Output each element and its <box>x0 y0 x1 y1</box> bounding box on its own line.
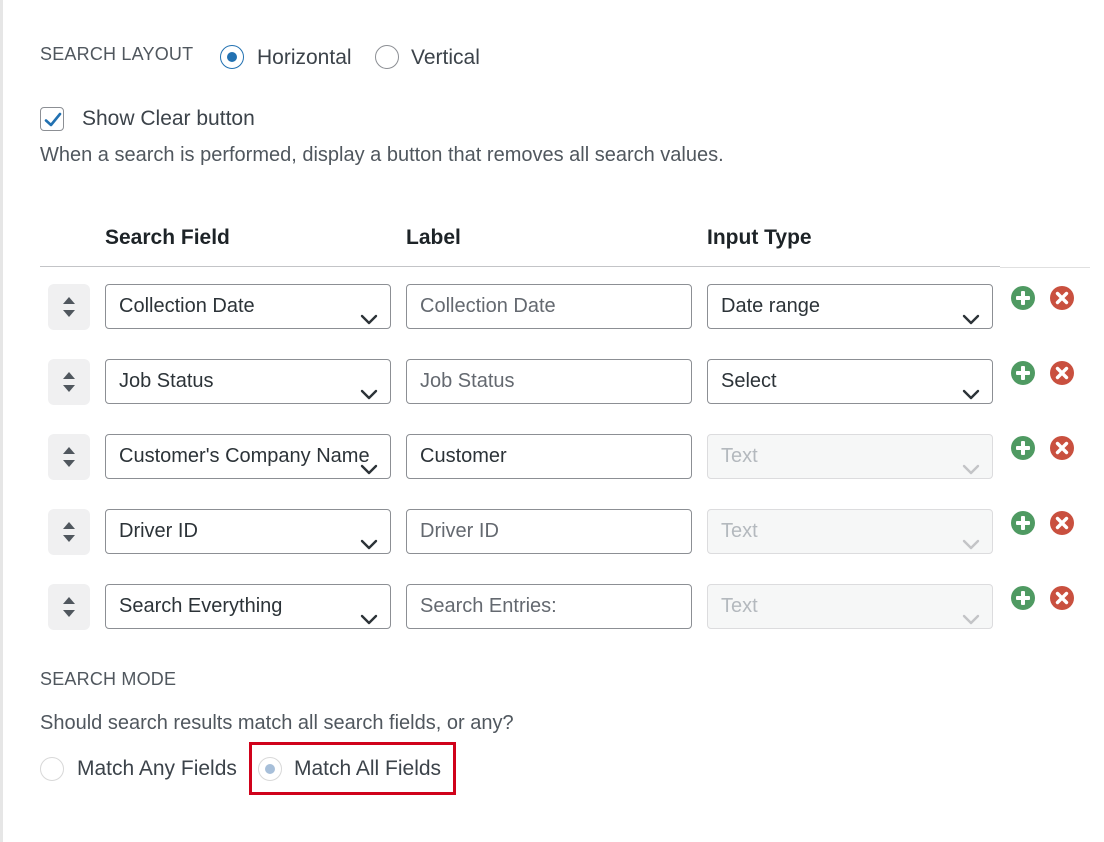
highlight-annotation-box <box>249 742 456 795</box>
input-type-value: Text <box>721 445 758 467</box>
search-field-select[interactable]: Collection Date <box>105 284 391 329</box>
input-type-select[interactable]: Date range <box>707 284 993 329</box>
chevron-down-icon <box>962 524 980 553</box>
search-mode-question: Should search results match all search f… <box>40 712 514 734</box>
search-layout-heading: SEARCH LAYOUT <box>40 44 194 64</box>
radio-vertical-label[interactable]: Vertical <box>411 46 480 70</box>
search-field-value: Job Status <box>119 370 214 392</box>
label-input[interactable]: Driver ID <box>406 509 692 554</box>
table-header-divider-right <box>1000 267 1090 268</box>
radio-horizontal[interactable] <box>220 45 244 69</box>
label-input-value: Customer <box>420 445 507 467</box>
search-field-select[interactable]: Search Everything <box>105 584 391 629</box>
plus-circle-icon[interactable] <box>1010 435 1036 461</box>
input-type-value: Select <box>721 370 777 392</box>
label-input-value: Collection Date <box>420 295 556 317</box>
sort-arrows-icon <box>63 597 75 617</box>
label-input[interactable]: Collection Date <box>406 284 692 329</box>
drag-handle[interactable] <box>48 509 90 555</box>
chevron-down-icon <box>962 599 980 628</box>
chevron-down-icon <box>962 449 980 478</box>
label-input-value: Search Entries: <box>420 595 557 617</box>
column-header-search-field: Search Field <box>105 226 230 249</box>
table-header-divider <box>40 266 1000 267</box>
sort-arrows-icon <box>63 447 75 467</box>
input-type-value: Text <box>721 595 758 617</box>
column-header-label: Label <box>406 226 461 249</box>
chevron-down-icon <box>360 374 378 403</box>
sort-arrows-icon <box>63 372 75 392</box>
plus-circle-icon[interactable] <box>1010 510 1036 536</box>
plus-circle-icon[interactable] <box>1010 585 1036 611</box>
x-circle-icon[interactable] <box>1049 360 1075 386</box>
plus-circle-icon[interactable] <box>1010 285 1036 311</box>
left-edge-border <box>0 0 3 842</box>
search-field-value: Collection Date <box>119 295 255 317</box>
radio-vertical[interactable] <box>375 45 399 69</box>
x-circle-icon[interactable] <box>1049 435 1075 461</box>
input-type-select: Text <box>707 584 993 629</box>
chevron-down-icon <box>962 374 980 403</box>
show-clear-label[interactable]: Show Clear button <box>82 107 255 131</box>
x-circle-icon[interactable] <box>1049 285 1075 311</box>
input-type-value: Text <box>721 520 758 542</box>
sort-arrows-icon <box>63 522 75 542</box>
chevron-down-icon <box>360 299 378 328</box>
chevron-down-icon <box>962 299 980 328</box>
search-field-value: Customer's Company Name <box>119 445 370 467</box>
chevron-down-icon <box>360 524 378 553</box>
search-field-select[interactable]: Job Status <box>105 359 391 404</box>
x-circle-icon[interactable] <box>1049 585 1075 611</box>
radio-match-any-label[interactable]: Match Any Fields <box>77 757 237 781</box>
drag-handle[interactable] <box>48 284 90 330</box>
x-circle-icon[interactable] <box>1049 510 1075 536</box>
label-input[interactable]: Job Status <box>406 359 692 404</box>
radio-match-any[interactable] <box>40 757 64 781</box>
show-clear-checkbox[interactable] <box>40 107 64 131</box>
chevron-down-icon <box>360 599 378 628</box>
chevron-down-icon <box>360 449 378 478</box>
show-clear-description: When a search is performed, display a bu… <box>40 144 724 166</box>
label-input-value: Job Status <box>420 370 515 392</box>
radio-horizontal-label[interactable]: Horizontal <box>257 46 352 70</box>
drag-handle[interactable] <box>48 434 90 480</box>
column-header-input-type: Input Type <box>707 226 812 249</box>
search-field-select[interactable]: Driver ID <box>105 509 391 554</box>
drag-handle[interactable] <box>48 359 90 405</box>
label-input[interactable]: Search Entries: <box>406 584 692 629</box>
search-field-select[interactable]: Customer's Company Name <box>105 434 391 479</box>
search-mode-heading: SEARCH MODE <box>40 669 177 689</box>
drag-handle[interactable] <box>48 584 90 630</box>
checkmark-icon <box>44 112 62 127</box>
label-input-value: Driver ID <box>420 520 499 542</box>
input-type-select: Text <box>707 434 993 479</box>
plus-circle-icon[interactable] <box>1010 360 1036 386</box>
search-field-value: Driver ID <box>119 520 198 542</box>
input-type-select[interactable]: Select <box>707 359 993 404</box>
search-field-value: Search Everything <box>119 595 283 617</box>
label-input[interactable]: Customer <box>406 434 692 479</box>
input-type-value: Date range <box>721 295 820 317</box>
sort-arrows-icon <box>63 297 75 317</box>
input-type-select: Text <box>707 509 993 554</box>
